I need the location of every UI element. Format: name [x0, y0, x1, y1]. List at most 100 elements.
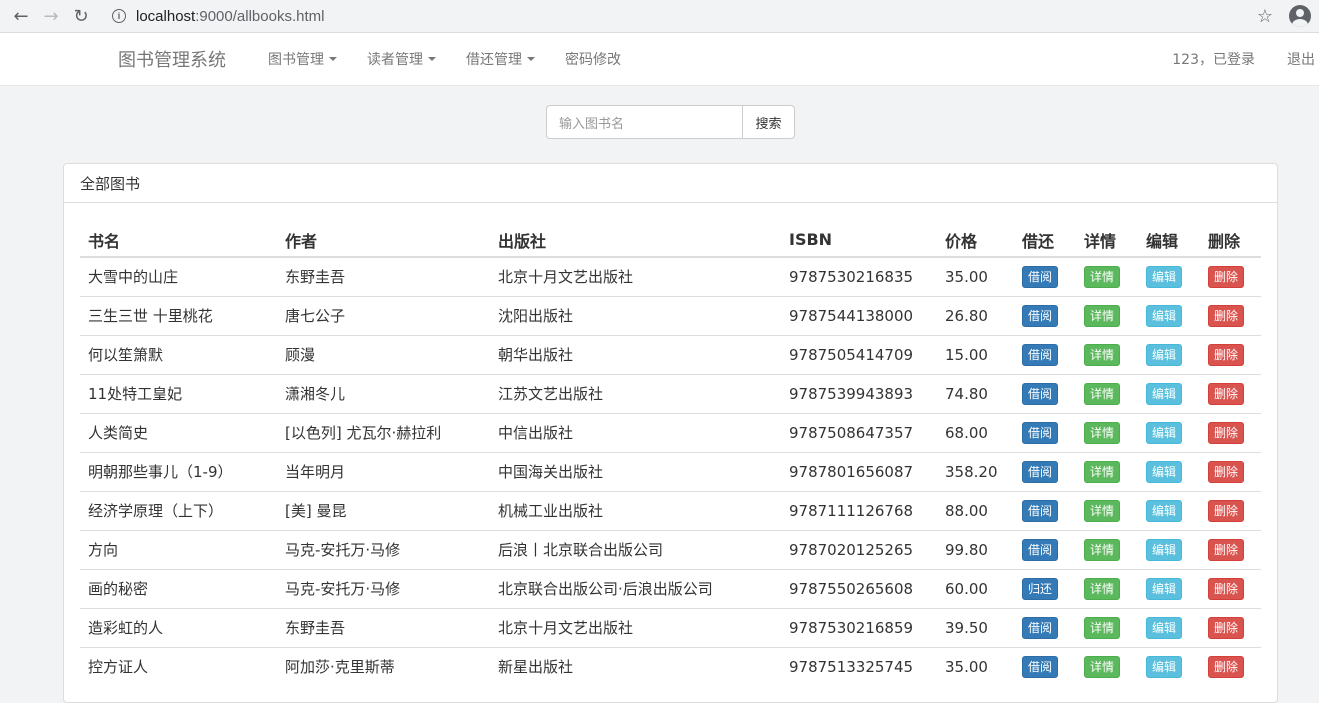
address-bar[interactable]: i localhost:9000/allbooks.html — [104, 3, 1249, 29]
detail-button[interactable]: 详情 — [1084, 304, 1120, 327]
action-cell: 借阅 — [1014, 295, 1076, 335]
book-isbn: 9787544138000 — [781, 295, 937, 335]
book-name: 控方证人 — [80, 646, 277, 686]
action-cell: 借阅 — [1014, 373, 1076, 413]
edit-button[interactable]: 编辑 — [1146, 304, 1182, 327]
return-button[interactable]: 归还 — [1022, 577, 1058, 600]
delete-button[interactable]: 删除 — [1208, 655, 1244, 678]
edit-button[interactable]: 编辑 — [1146, 616, 1182, 639]
nav-book-management[interactable]: 图书管理 — [268, 49, 337, 69]
borrow-button[interactable]: 借阅 — [1022, 343, 1058, 366]
bookmark-star-icon[interactable]: ☆ — [1257, 6, 1273, 27]
detail-button[interactable]: 详情 — [1084, 655, 1120, 678]
delete-button[interactable]: 删除 — [1208, 538, 1244, 561]
edit-button[interactable]: 编辑 — [1146, 382, 1182, 405]
delete-button[interactable]: 删除 — [1208, 265, 1244, 288]
delete-button[interactable]: 删除 — [1208, 460, 1244, 483]
detail-button[interactable]: 详情 — [1084, 577, 1120, 600]
delete-button[interactable]: 删除 — [1208, 499, 1244, 522]
detail-button[interactable]: 详情 — [1084, 343, 1120, 366]
column-header: 删除 — [1200, 223, 1261, 258]
borrow-button[interactable]: 借阅 — [1022, 382, 1058, 405]
column-header: 编辑 — [1138, 223, 1200, 258]
profile-avatar-icon[interactable] — [1289, 5, 1311, 27]
caret-down-icon — [329, 57, 337, 61]
book-publisher: 沈阳出版社 — [490, 295, 781, 335]
book-name: 三生三世 十里桃花 — [80, 295, 277, 335]
edit-button[interactable]: 编辑 — [1146, 655, 1182, 678]
book-isbn: 9787539943893 — [781, 373, 937, 413]
borrow-button[interactable]: 借阅 — [1022, 460, 1058, 483]
logout-link[interactable]: 退出 — [1287, 49, 1315, 69]
search-button[interactable]: 搜索 — [742, 105, 795, 139]
borrow-button[interactable]: 借阅 — [1022, 421, 1058, 444]
action-cell: 编辑 — [1138, 257, 1200, 296]
book-publisher: 北京联合出版公司·后浪出版公司 — [490, 568, 781, 608]
delete-button[interactable]: 删除 — [1208, 382, 1244, 405]
forward-arrow-icon[interactable]: → — [38, 3, 64, 29]
book-isbn: 9787550265608 — [781, 568, 937, 608]
table-row: 三生三世 十里桃花 唐七公子 沈阳出版社 9787544138000 26.80 借阅 详情… — [80, 295, 1261, 335]
delete-button[interactable]: 删除 — [1208, 421, 1244, 444]
edit-button[interactable]: 编辑 — [1146, 421, 1182, 444]
action-cell: 详情 — [1076, 529, 1138, 569]
book-author: 马克-安托万·马修 — [277, 529, 490, 569]
edit-button[interactable]: 编辑 — [1146, 577, 1182, 600]
delete-button[interactable]: 删除 — [1208, 304, 1244, 327]
delete-button[interactable]: 删除 — [1208, 577, 1244, 600]
book-price: 99.80 — [937, 529, 1014, 569]
column-header: 详情 — [1076, 223, 1138, 258]
delete-button[interactable]: 删除 — [1208, 343, 1244, 366]
action-cell: 详情 — [1076, 646, 1138, 686]
nav-reader-management[interactable]: 读者管理 — [367, 49, 436, 69]
reload-icon[interactable]: ↻ — [68, 3, 94, 29]
book-publisher: 朝华出版社 — [490, 334, 781, 374]
edit-button[interactable]: 编辑 — [1146, 460, 1182, 483]
edit-button[interactable]: 编辑 — [1146, 499, 1182, 522]
edit-button[interactable]: 编辑 — [1146, 265, 1182, 288]
action-cell: 编辑 — [1138, 451, 1200, 491]
detail-button[interactable]: 详情 — [1084, 421, 1120, 444]
delete-button[interactable]: 删除 — [1208, 616, 1244, 639]
action-cell: 详情 — [1076, 334, 1138, 374]
borrow-button[interactable]: 借阅 — [1022, 499, 1058, 522]
book-publisher: 北京十月文艺出版社 — [490, 607, 781, 647]
column-header: 借还 — [1014, 223, 1076, 258]
borrow-button[interactable]: 借阅 — [1022, 265, 1058, 288]
detail-button[interactable]: 详情 — [1084, 499, 1120, 522]
search-input[interactable]: 输入图书名 — [546, 105, 742, 139]
action-cell: 编辑 — [1138, 568, 1200, 608]
action-cell: 编辑 — [1138, 295, 1200, 335]
search-form: 输入图书名 搜索 — [546, 105, 795, 139]
detail-button[interactable]: 详情 — [1084, 616, 1120, 639]
book-author: [美] 曼昆 — [277, 490, 490, 530]
table-row: 方向 马克-安托万·马修 后浪丨北京联合出版公司 9787020125265 99.80… — [80, 529, 1261, 569]
detail-button[interactable]: 详情 — [1084, 460, 1120, 483]
edit-button[interactable]: 编辑 — [1146, 538, 1182, 561]
action-cell: 借阅 — [1014, 412, 1076, 452]
borrow-button[interactable]: 借阅 — [1022, 655, 1058, 678]
borrow-button[interactable]: 借阅 — [1022, 538, 1058, 561]
book-price: 60.00 — [937, 568, 1014, 608]
table-row: 经济学原理（上下） [美] 曼昆 机械工业出版社 9787111126768 88.00… — [80, 490, 1261, 530]
book-name: 经济学原理（上下） — [80, 490, 277, 530]
borrow-button[interactable]: 借阅 — [1022, 304, 1058, 327]
action-cell: 删除 — [1200, 568, 1261, 608]
borrow-button[interactable]: 借阅 — [1022, 616, 1058, 639]
detail-button[interactable]: 详情 — [1084, 265, 1120, 288]
edit-button[interactable]: 编辑 — [1146, 343, 1182, 366]
back-arrow-icon[interactable]: ← — [8, 3, 34, 29]
brand-title[interactable]: 图书管理系统 — [118, 46, 226, 72]
detail-button[interactable]: 详情 — [1084, 382, 1120, 405]
book-publisher: 江苏文艺出版社 — [490, 373, 781, 413]
detail-button[interactable]: 详情 — [1084, 538, 1120, 561]
book-author: 阿加莎·克里斯蒂 — [277, 646, 490, 686]
login-status[interactable]: 123，已登录 — [1172, 49, 1255, 69]
table-row: 控方证人 阿加莎·克里斯蒂 新星出版社 9787513325745 35.00 借阅 详情 编… — [80, 646, 1261, 686]
action-cell: 借阅 — [1014, 490, 1076, 530]
column-header: ISBN — [781, 223, 937, 258]
info-icon[interactable]: i — [112, 9, 126, 23]
action-cell: 编辑 — [1138, 607, 1200, 647]
nav-password-change[interactable]: 密码修改 — [565, 49, 621, 69]
nav-borrow-management[interactable]: 借还管理 — [466, 49, 535, 69]
